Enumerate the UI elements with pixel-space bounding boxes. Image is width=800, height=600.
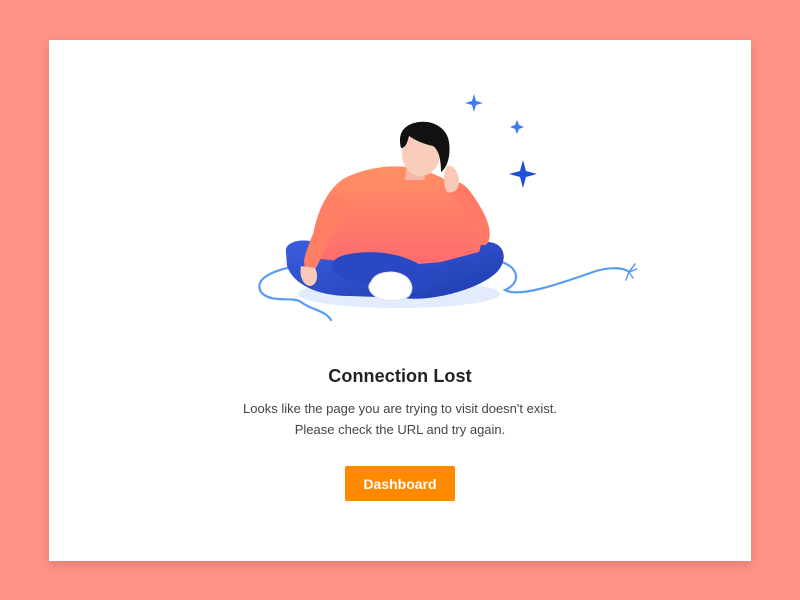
sock [368, 271, 413, 301]
dashboard-button[interactable]: Dashboard [345, 466, 455, 501]
error-message: Looks like the page you are trying to vi… [49, 398, 751, 440]
page-title: Connection Lost [328, 366, 472, 386]
sparkle-icon [465, 94, 483, 112]
person-sitting-with-unplugged-cable-illustration [258, 94, 638, 322]
sparkle-icon [510, 120, 524, 134]
hand-on-head [444, 165, 459, 193]
error-message-line: Please check the URL and try again. [294, 422, 506, 437]
sparkle-icon [509, 160, 537, 188]
error-card: Connection Lost Looks like the page you … [49, 40, 751, 561]
error-message-line: Looks like the page you are trying to vi… [243, 401, 557, 416]
